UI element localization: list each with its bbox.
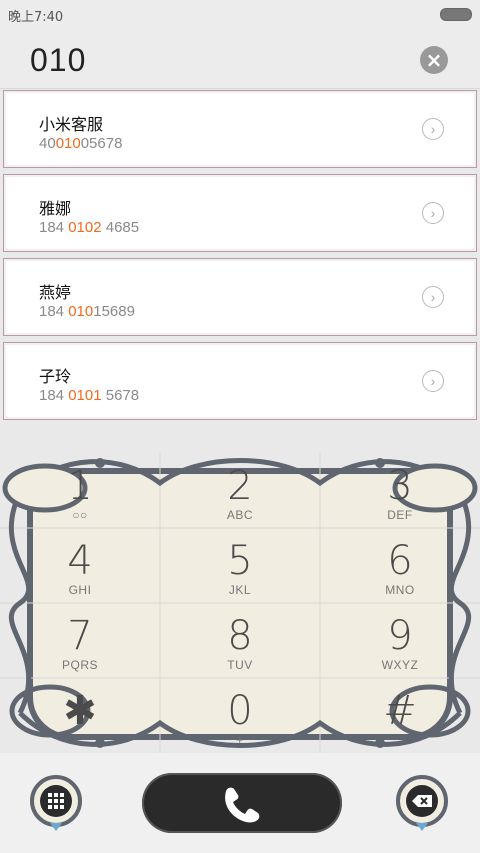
number-prefix: 40	[39, 135, 56, 152]
close-icon[interactable]: ×	[420, 46, 448, 74]
bottom-bar	[0, 753, 480, 853]
dialpad-key-0[interactable]: 0 +	[160, 678, 320, 753]
contact-row[interactable]: 子玲 184 0101 5678 ›	[3, 342, 477, 420]
chevron-right-icon[interactable]: ›	[422, 286, 444, 308]
dialed-number[interactable]: 010	[30, 42, 86, 79]
key-digit: 4	[67, 538, 93, 584]
key-letters: ABC	[226, 508, 254, 522]
key-letters: DEF	[387, 508, 413, 522]
dialpad-key-5[interactable]: 5 JKL	[160, 528, 320, 603]
dialpad-key-1[interactable]: 1 ○○	[0, 453, 160, 528]
number-match: 010	[55, 135, 81, 152]
number-prefix: 184	[39, 303, 69, 320]
number-prefix: 184	[39, 219, 69, 236]
key-letters: JKL	[228, 583, 252, 597]
contact-number: 184 0101 5678	[39, 387, 139, 404]
status-time: 晚上7:40	[8, 10, 64, 25]
key-digit: 9	[387, 613, 413, 659]
chevron-right-icon[interactable]: ›	[422, 118, 444, 140]
key-letters: TUV	[227, 658, 253, 672]
key-digit: 0	[227, 688, 253, 734]
key-digit: 6	[387, 538, 413, 584]
number-suffix: 05678	[80, 135, 123, 152]
key-letters: ○○	[72, 508, 88, 522]
contact-number: 4001005678	[39, 135, 122, 152]
contact-row[interactable]: 燕婷 184 01015689 ›	[3, 258, 477, 336]
number-suffix: 4685	[101, 219, 140, 236]
search-bar: 010 ×	[0, 28, 480, 89]
number-match: 010	[68, 303, 94, 320]
number-suffix: 5678	[101, 387, 140, 404]
contact-number: 184 0102 4685	[39, 219, 139, 236]
key-digit: 1	[67, 463, 93, 509]
key-letters: PQRS	[61, 658, 98, 672]
dialpad-key-3[interactable]: 3 DEF	[320, 453, 480, 528]
dialpad-key-9[interactable]: 9 WXYZ	[320, 603, 480, 678]
contact-name: 雅娜	[39, 199, 72, 218]
number-suffix: 15689	[93, 303, 135, 320]
dialpad-key-4[interactable]: 4 GHI	[0, 528, 160, 603]
chevron-right-icon[interactable]: ›	[422, 202, 444, 224]
dialpad-key-2[interactable]: 2 ABC	[160, 453, 320, 528]
contact-row[interactable]: 小米客服 4001005678 ›	[3, 90, 477, 168]
key-letters: MNO	[385, 583, 415, 597]
dialpad-key-7[interactable]: 7 PQRS	[0, 603, 160, 678]
key-digit: 3	[387, 463, 413, 509]
dialpad: 1 ○○ 2 ABC 3 DEF 4 GHI 5 JKL 6 MNO 7 PQR…	[0, 453, 480, 753]
key-letters: WXYZ	[381, 658, 419, 672]
dialpad-key-8[interactable]: 8 TUV	[160, 603, 320, 678]
key-digit: ✱	[63, 688, 97, 734]
key-letters: +	[236, 733, 244, 747]
key-digit: 8	[227, 613, 253, 659]
contact-number: 184 01015689	[39, 303, 135, 320]
battery-icon	[440, 8, 472, 21]
number-match: 0101	[68, 387, 102, 404]
contact-list: 小米客服 4001005678 › 雅娜 184 0102 4685 › 燕婷 …	[0, 88, 480, 424]
key-digit: #	[383, 688, 417, 734]
number-match: 0102	[68, 219, 102, 236]
chevron-right-icon[interactable]: ›	[422, 370, 444, 392]
call-button[interactable]	[142, 773, 342, 833]
contact-name: 燕婷	[39, 283, 72, 302]
dialpad-key-6[interactable]: 6 MNO	[320, 528, 480, 603]
number-prefix: 184	[39, 387, 69, 404]
key-digit: 2	[227, 463, 253, 509]
contact-name: 小米客服	[39, 115, 104, 134]
key-digit: 5	[227, 538, 253, 584]
contact-row[interactable]: 雅娜 184 0102 4685 ›	[3, 174, 477, 252]
backspace-icon[interactable]	[390, 773, 454, 837]
dialpad-grid-icon[interactable]	[24, 773, 88, 837]
key-digit: 7	[67, 613, 93, 659]
contact-name: 子玲	[39, 367, 72, 386]
status-bar: 晚上7:40	[0, 0, 480, 28]
dialpad-key-star[interactable]: ✱	[0, 678, 160, 753]
key-letters: GHI	[68, 583, 92, 597]
phone-icon	[225, 787, 260, 823]
dialpad-key-hash[interactable]: #	[320, 678, 480, 753]
